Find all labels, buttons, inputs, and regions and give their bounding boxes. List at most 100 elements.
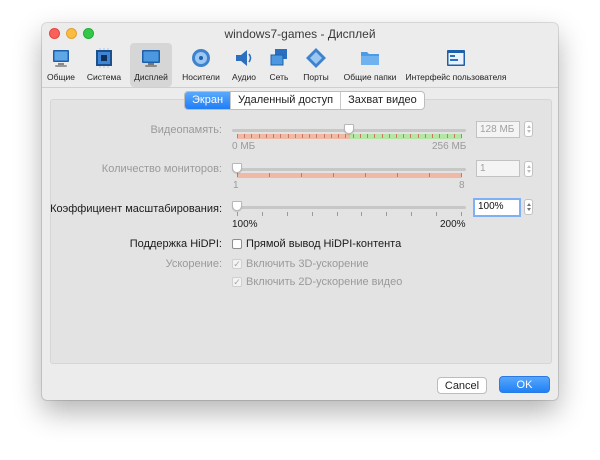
slider-tick [237,173,238,177]
slider-tick [396,134,397,138]
scale-factor-ticks [237,212,462,217]
tab-screen[interactable]: Экран [185,92,231,109]
storage-disk-icon [192,49,210,67]
audio-speaker-icon [236,50,252,66]
slider-tick [244,134,245,138]
toolbar-label: Порты [303,72,329,82]
slider-tick [333,173,334,177]
toolbar-label: Система [86,72,122,82]
slider-tick [454,134,455,138]
toolbar-label: Носители [182,72,220,82]
scale-factor-slider-thumb[interactable] [232,201,242,211]
3d-acceleration-label: Включить 3D-ускорение [246,258,369,270]
scale-factor-max-label: 200% [440,219,466,230]
toolbar-item-network[interactable]: Сеть [264,43,294,87]
video-memory-max-label: 256 МБ [432,141,467,152]
slider-tick [269,173,270,177]
slider-tick [237,212,238,216]
slider-tick [251,134,252,138]
settings-window: windows7-games - Дисплей Общие Система Д… [42,23,558,400]
toolbar-item-shared-folders[interactable]: Общие папки [340,43,400,87]
slider-tick [461,134,462,138]
slider-tick [432,134,433,138]
slider-tick [436,212,437,216]
tab-bar: Экран Удаленный доступ Захват видео [184,91,425,110]
ok-button[interactable]: OK [499,376,550,393]
hidpi-checkbox-label: Прямой вывод HiDPI-контента [246,238,402,250]
ports-icon [306,48,326,68]
slider-tick [389,134,390,138]
slider-tick [266,134,267,138]
slider-tick [345,134,346,138]
monitor-count-slider-track[interactable] [232,168,466,171]
slider-tick [338,134,339,138]
slider-tick [337,212,338,216]
slider-tick [312,212,313,216]
display-monitor-icon [142,50,160,67]
network-icon [270,49,287,66]
slider-tick [365,173,366,177]
acceleration-label: Ускорение: [165,258,222,270]
toolbar-label: Сеть [269,72,289,82]
slider-tick [288,134,289,138]
toolbar-item-ports[interactable]: Порты [298,43,334,87]
slider-tick [237,134,238,138]
3d-acceleration-checkbox[interactable]: ✓ [232,259,242,269]
monitor-count-max-label: 8 [459,180,465,191]
slider-tick [367,134,368,138]
slider-tick [361,212,362,216]
slider-tick [403,134,404,138]
monitor-count-field[interactable]: 1 [476,160,520,177]
slider-tick [429,173,430,177]
slider-tick [273,134,274,138]
shared-folder-icon [361,52,379,65]
system-chip-icon [96,48,112,68]
slider-tick [353,134,354,138]
hidpi-label: Поддержка HiDPI: [129,238,222,250]
slider-tick [316,134,317,138]
slider-tick [302,134,303,138]
monitor-count-label: Количество мониторов: [101,163,222,175]
slider-tick [374,134,375,138]
toolbar-item-display[interactable]: Дисплей [130,43,172,87]
scale-factor-slider-track[interactable] [232,206,466,209]
2d-acceleration-label: Включить 2D-ускорение видео [246,276,403,288]
video-memory-label: Видеопамять: [150,124,222,136]
slider-tick [397,173,398,177]
cancel-button[interactable]: Cancel [437,377,487,394]
slider-tick [360,134,361,138]
slider-tick [295,134,296,138]
monitor-count-stepper[interactable] [524,161,533,177]
2d-acceleration-checkbox[interactable]: ✓ [232,277,242,287]
user-interface-icon [447,50,465,66]
toolbar-label: Интерфейс пользователя [405,72,507,82]
slider-tick [324,134,325,138]
monitor-count-slider-thumb[interactable] [232,163,242,173]
toolbar-label: Дисплей [134,72,168,82]
video-memory-field[interactable]: 128 МБ [476,121,520,138]
slider-tick [382,134,383,138]
toolbar-item-general[interactable]: Общие [44,43,78,87]
scale-factor-stepper[interactable] [524,199,533,215]
scale-factor-min-label: 100% [232,219,258,230]
toolbar-item-system[interactable]: Система [84,43,124,87]
toolbar-item-storage[interactable]: Носители [178,43,224,87]
slider-tick [280,134,281,138]
hidpi-checkbox[interactable] [232,239,242,249]
tab-video-capture[interactable]: Захват видео [340,92,424,109]
title-bar: windows7-games - Дисплей [42,23,558,43]
video-memory-slider-thumb[interactable] [344,124,354,134]
slider-tick [309,134,310,138]
video-memory-ticks [237,134,462,139]
slider-tick [331,134,332,138]
slider-tick [386,212,387,216]
slider-tick [447,134,448,138]
scale-factor-field[interactable]: 100% [473,198,521,217]
slider-tick [425,134,426,138]
video-memory-stepper[interactable] [524,121,533,137]
tab-remote-display[interactable]: Удаленный доступ [230,92,340,109]
toolbar-item-user-interface[interactable]: Интерфейс пользователя [404,43,508,87]
slider-tick [439,134,440,138]
toolbar-item-audio[interactable]: Аудио [228,43,260,87]
slider-tick [461,173,462,177]
